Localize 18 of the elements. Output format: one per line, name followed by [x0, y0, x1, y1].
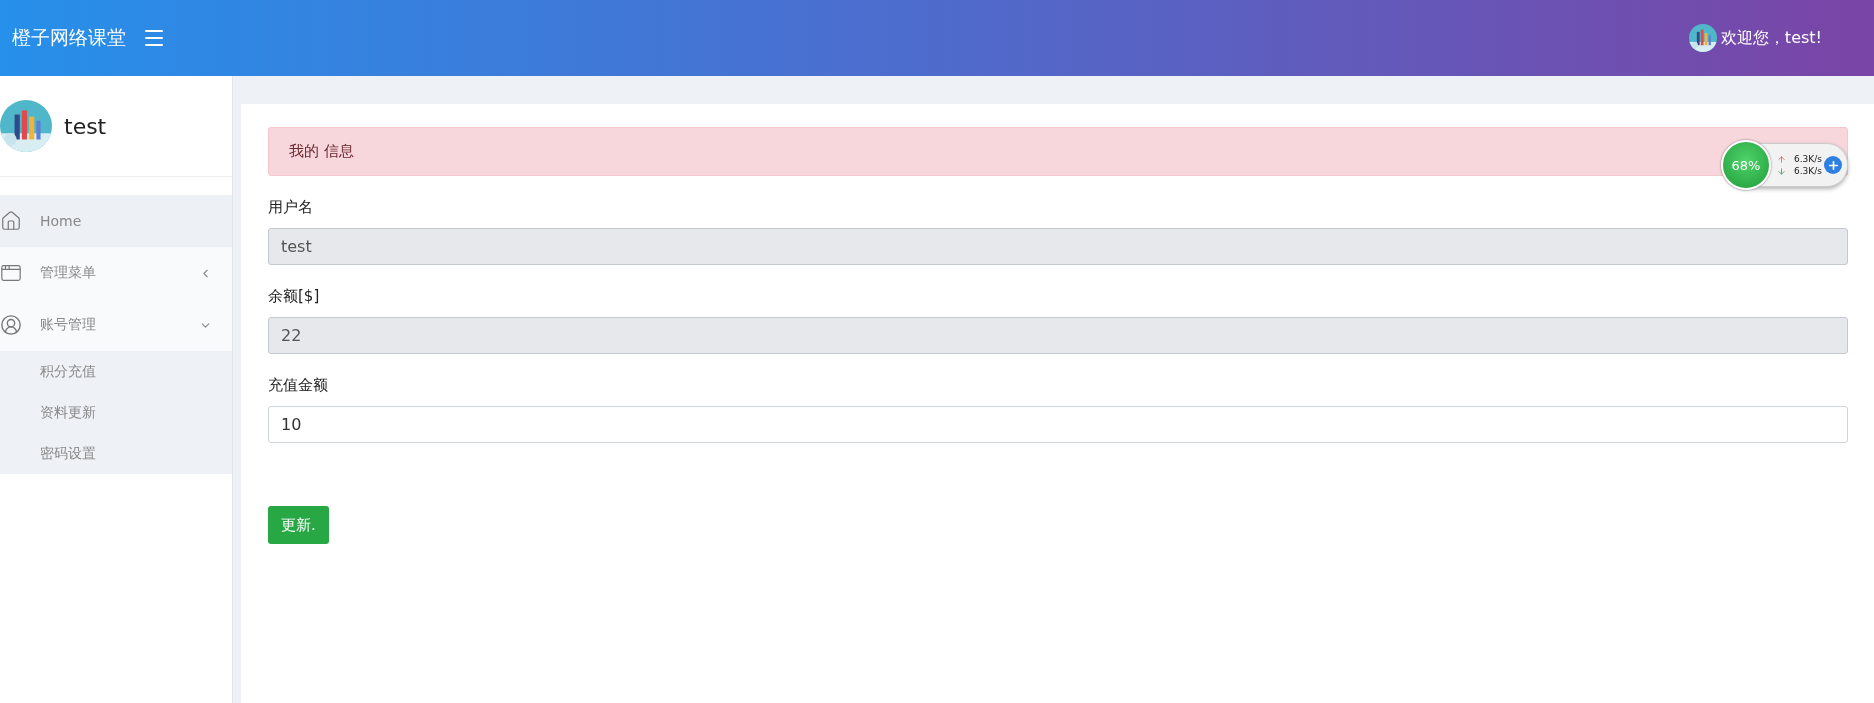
arrow-up-icon: [1777, 154, 1786, 164]
nav-item[interactable]: 账号管理: [0, 299, 232, 351]
user-name: test: [64, 113, 107, 139]
download-rate: 6.3K/s: [1794, 166, 1822, 176]
home-icon: [0, 210, 22, 232]
plus-icon[interactable]: [1824, 156, 1842, 174]
field-label: 用户名: [268, 198, 314, 217]
arrow-down-icon: [1777, 166, 1786, 176]
update-button[interactable]: 更新.: [268, 506, 329, 544]
field-label: 余额[$]: [268, 287, 321, 306]
upload-rate: 6.3K/s: [1794, 154, 1822, 164]
window-icon: [0, 262, 22, 284]
brand-title: 橙子网络课堂: [12, 25, 126, 50]
user-icon: [0, 314, 22, 336]
field-label: 充值金额: [268, 376, 329, 395]
input-field[interactable]: 10: [268, 406, 1848, 443]
welcome-text: 欢迎您，test!: [1720, 27, 1822, 49]
nav-item[interactable]: 管理菜单: [0, 247, 232, 299]
